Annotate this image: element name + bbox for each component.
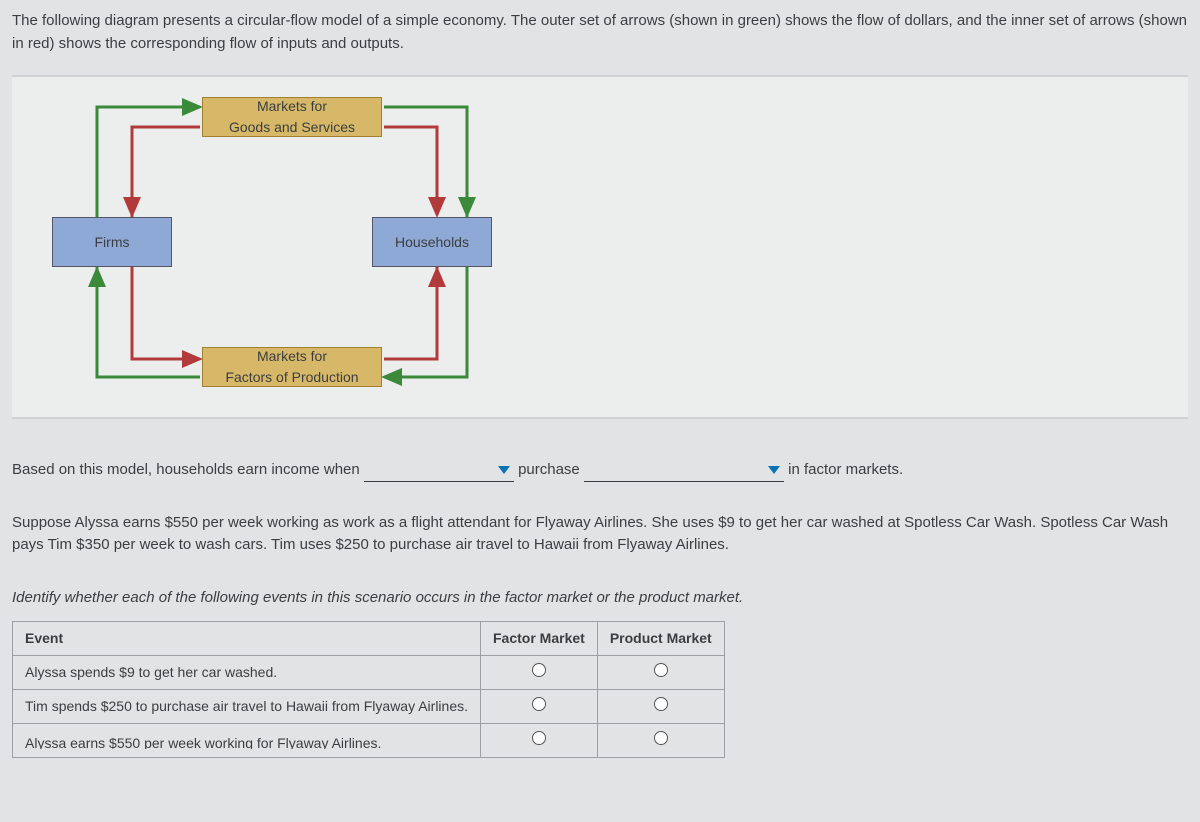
chevron-down-icon — [768, 466, 780, 474]
sentence-part3: in factor markets. — [788, 461, 903, 478]
node-firms: Firms — [52, 217, 172, 267]
diagram-container: Firms Households Markets for Goods and S… — [12, 75, 1188, 419]
radio-product[interactable] — [654, 697, 668, 711]
event-cell: Alyssa spends $9 to get her car washed. — [13, 656, 481, 690]
dropdown-blank-1[interactable] — [364, 462, 514, 482]
radio-factor[interactable] — [532, 731, 546, 745]
table-row: Tim spends $250 to purchase air travel t… — [13, 690, 725, 724]
circular-flow-diagram: Firms Households Markets for Goods and S… — [52, 97, 512, 397]
fill-in-sentence: Based on this model, households earn inc… — [12, 459, 1188, 482]
radio-factor[interactable] — [532, 697, 546, 711]
chevron-down-icon — [498, 466, 510, 474]
sentence-part1: Based on this model, households earn inc… — [12, 461, 364, 478]
radio-factor[interactable] — [532, 663, 546, 677]
node-goods-market: Markets for Goods and Services — [202, 97, 382, 137]
table-row: Alyssa spends $9 to get her car washed. — [13, 656, 725, 690]
radio-product[interactable] — [654, 731, 668, 745]
node-factors-market: Markets for Factors of Production — [202, 347, 382, 387]
scenario-text: Suppose Alyssa earns $550 per week worki… — [12, 512, 1188, 557]
node-households: Households — [372, 217, 492, 267]
radio-product[interactable] — [654, 663, 668, 677]
intro-text: The following diagram presents a circula… — [12, 10, 1188, 55]
market-table: Event Factor Market Product Market Alyss… — [12, 621, 725, 758]
col-product: Product Market — [597, 622, 724, 656]
sentence-part2: purchase — [518, 461, 584, 478]
table-row: Alyssa earns $550 per week working for F… — [13, 724, 725, 758]
col-event: Event — [13, 622, 481, 656]
dropdown-blank-2[interactable] — [584, 462, 784, 482]
event-cell: Alyssa earns $550 per week working for F… — [13, 724, 481, 758]
col-factor: Factor Market — [481, 622, 598, 656]
event-cell: Tim spends $250 to purchase air travel t… — [13, 690, 481, 724]
instruction-text: Identify whether each of the following e… — [12, 587, 1188, 610]
